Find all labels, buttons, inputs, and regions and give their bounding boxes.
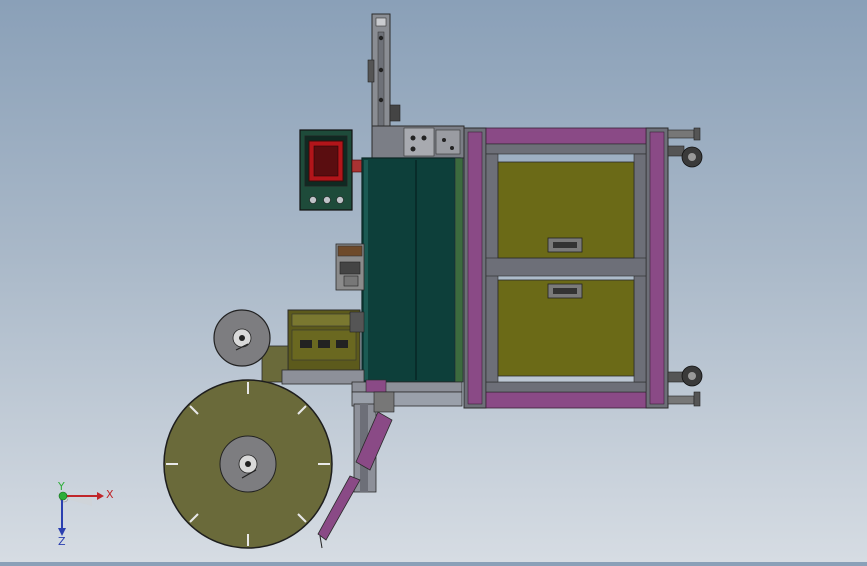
- machine-drawing: X Y Z: [57, 13, 703, 549]
- small-reel: [213, 309, 271, 367]
- caster-bottom: [667, 365, 703, 407]
- hmi-control-box: [299, 129, 365, 211]
- y-axis-label: Y: [57, 480, 65, 493]
- teal-cabinet: [361, 157, 464, 383]
- caster-top: [667, 127, 703, 168]
- lower-frame: [317, 379, 463, 549]
- large-reel: [163, 379, 333, 549]
- upper-drawer-panel: [497, 161, 635, 259]
- y-axis-dot: [58, 491, 68, 501]
- lower-drawer-panel: [497, 279, 635, 377]
- side-mechanism: [335, 243, 365, 291]
- cad-viewport[interactable]: X Y Z: [0, 0, 867, 562]
- mast-head-bracket: [371, 125, 465, 159]
- x-axis-label: X: [106, 488, 114, 501]
- z-axis-label: Z: [58, 535, 66, 548]
- axis-triad: X Y Z: [57, 480, 114, 548]
- feeder-module: [261, 309, 365, 385]
